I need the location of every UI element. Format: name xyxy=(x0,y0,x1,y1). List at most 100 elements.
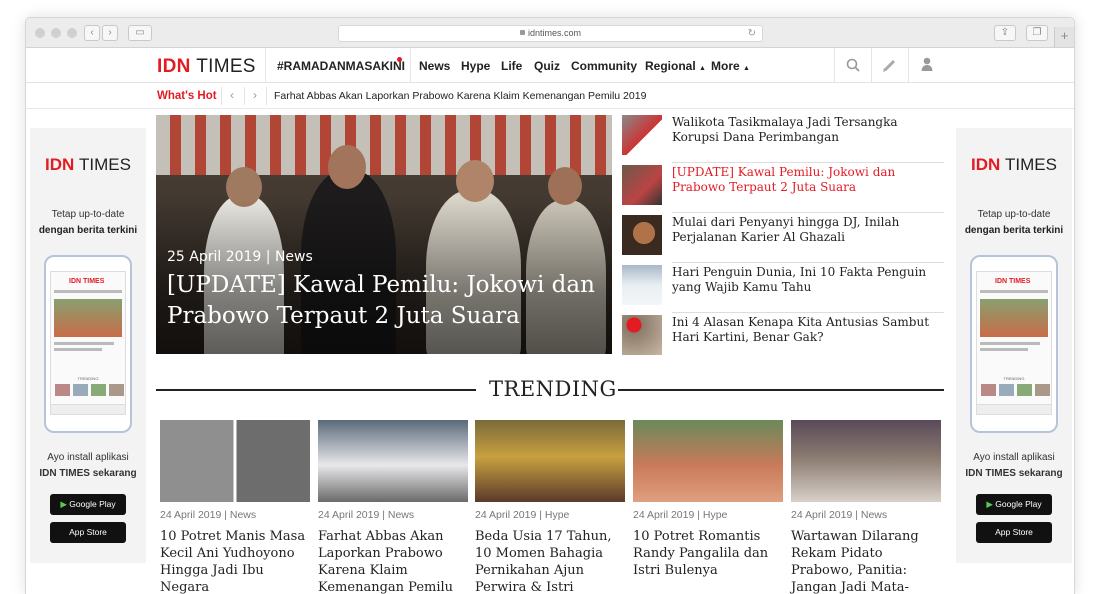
account-button[interactable] xyxy=(908,48,944,82)
whats-hot-bar: What's Hot ‹ › Farhat Abbas Akan Laporka… xyxy=(26,83,1074,109)
nav-hype[interactable]: Hype xyxy=(461,59,490,73)
app-promo-banner-left[interactable]: IDN TIMES Tetap up-to-date dengan berita … xyxy=(30,128,146,563)
article-thumbnail xyxy=(622,165,662,205)
side-article-title[interactable]: Hari Penguin Dunia, Ini 10 Fakta Penguin… xyxy=(672,265,944,295)
card-meta: 24 April 2019 | Hype xyxy=(475,509,570,521)
card-image xyxy=(318,420,468,502)
hero-title[interactable]: [UPDATE] Kawal Pemilu: Jokowi dan Prabow… xyxy=(167,270,607,332)
card-image xyxy=(475,420,625,502)
new-tab-button[interactable]: + xyxy=(1054,27,1074,47)
google-play-button[interactable]: ▶ Google Play xyxy=(50,494,126,515)
forward-button[interactable]: › xyxy=(102,25,118,41)
app-store-label: App Store xyxy=(69,527,107,537)
ad-tagline-2: dengan berita terkini xyxy=(964,225,1064,236)
ad-install-2: IDN TIMES sekarang xyxy=(965,468,1063,479)
phone-mockup: IDN TIMES TRENDING xyxy=(970,255,1058,433)
ad-logo: IDN TIMES xyxy=(30,155,146,175)
ad-tagline-2: dengan berita terkini xyxy=(38,225,138,236)
google-play-label: Google Play xyxy=(69,499,116,509)
share-button[interactable]: ⇪ xyxy=(994,25,1016,41)
ad-install-2: IDN TIMES sekarang xyxy=(39,468,137,479)
article-thumbnail xyxy=(622,215,662,255)
app-store-button[interactable]: App Store xyxy=(976,522,1052,543)
app-store-label: App Store xyxy=(995,527,1033,537)
back-button[interactable]: ‹ xyxy=(84,25,100,41)
sidebar-icon: ▭ xyxy=(135,27,145,38)
list-item[interactable]: [UPDATE] Kawal Pemilu: Jokowi dan Prabow… xyxy=(622,165,944,215)
nav-regional[interactable]: Regional ▲ xyxy=(645,59,706,73)
nav-news[interactable]: News xyxy=(419,59,450,73)
card-image xyxy=(160,420,310,502)
ad-tagline-1: Tetap up-to-date xyxy=(51,209,125,220)
browser-toolbar: ‹ › ▭ idntimes.com ↻ ⇪ ❐ + xyxy=(26,18,1074,48)
side-article-title[interactable]: Walikota Tasikmalaya Jadi Tersangka Koru… xyxy=(672,115,944,145)
side-article-title[interactable]: [UPDATE] Kawal Pemilu: Jokowi dan Prabow… xyxy=(672,165,944,195)
nav-community[interactable]: Community xyxy=(571,59,637,73)
ad-install-text: Ayo install aplikasi IDN TIMES sekarang xyxy=(956,450,1072,482)
ad-install-1: Ayo install aplikasi xyxy=(47,452,129,463)
article-thumbnail xyxy=(622,115,662,155)
close-window-button[interactable] xyxy=(35,28,45,38)
nav-quiz[interactable]: Quiz xyxy=(534,59,560,73)
share-icon: ⇪ xyxy=(1000,27,1010,38)
card-meta: 24 April 2019 | News xyxy=(318,509,415,521)
ad-logo-times: TIMES xyxy=(79,155,131,174)
chevron-left-icon[interactable]: ‹ xyxy=(230,88,234,102)
tabs-overview-button[interactable]: ❐ xyxy=(1026,25,1048,41)
card-title[interactable]: 10 Potret Romantis Randy Pangalila dan I… xyxy=(633,528,783,579)
nav-more[interactable]: More ▲ xyxy=(711,59,750,73)
card-title[interactable]: Wartawan Dilarang Rekam Pidato Prabowo, … xyxy=(791,528,941,594)
side-article-title[interactable]: Mulai dari Penyanyi hingga DJ, Inilah Pe… xyxy=(672,215,944,245)
article-thumbnail xyxy=(622,265,662,305)
side-article-title[interactable]: Ini 4 Alasan Kenapa Kita Antusias Sambut… xyxy=(672,315,944,345)
hero-article[interactable]: 25 April 2019 | News [UPDATE] Kawal Pemi… xyxy=(156,115,612,354)
address-bar[interactable]: idntimes.com ↻ xyxy=(338,25,763,42)
divider xyxy=(265,48,266,82)
chevron-right-icon[interactable]: › xyxy=(253,88,257,102)
divider xyxy=(266,87,267,105)
ad-tagline: Tetap up-to-date dengan berita terkini xyxy=(956,207,1072,239)
list-item[interactable]: Ini 4 Alasan Kenapa Kita Antusias Sambut… xyxy=(622,315,944,365)
card-title[interactable]: 10 Potret Manis Masa Kecil Ani Yudhoyono… xyxy=(160,528,310,594)
app-promo-banner-right[interactable]: IDN TIMES Tetap up-to-date dengan berita … xyxy=(956,128,1072,563)
user-icon xyxy=(921,57,933,71)
ad-install-text: Ayo install aplikasi IDN TIMES sekarang xyxy=(30,450,146,482)
article-thumbnail xyxy=(622,315,662,355)
ad-logo-times: TIMES xyxy=(1005,155,1057,174)
lock-icon xyxy=(519,30,525,35)
list-item[interactable]: Walikota Tasikmalaya Jadi Tersangka Koru… xyxy=(622,115,944,165)
card-meta: 24 April 2019 | Hype xyxy=(633,509,728,521)
ad-logo: IDN TIMES xyxy=(956,155,1072,175)
whats-hot-headline[interactable]: Farhat Abbas Akan Laporkan Prabowo Karen… xyxy=(274,90,646,102)
notification-dot xyxy=(397,57,402,62)
play-icon: ▶ xyxy=(986,499,996,509)
card-title[interactable]: Farhat Abbas Akan Laporkan Prabowo Karen… xyxy=(318,528,468,594)
logo-idn: IDN xyxy=(157,56,191,77)
sidebar-toggle-button[interactable]: ▭ xyxy=(128,25,152,41)
minimize-window-button[interactable] xyxy=(51,28,61,38)
app-store-button[interactable]: App Store xyxy=(50,522,126,543)
write-button[interactable] xyxy=(871,48,907,82)
reload-icon[interactable]: ↻ xyxy=(748,26,756,41)
address-url: idntimes.com xyxy=(527,28,581,38)
caret-down-icon: ▲ xyxy=(699,65,706,72)
card-title[interactable]: Beda Usia 17 Tahun, 10 Momen Bahagia Per… xyxy=(475,528,625,594)
google-play-button[interactable]: ▶ Google Play xyxy=(976,494,1052,515)
list-item[interactable]: Mulai dari Penyanyi hingga DJ, Inilah Pe… xyxy=(622,215,944,265)
trending-heading: TRENDING xyxy=(489,377,617,401)
list-item[interactable]: Hari Penguin Dunia, Ini 10 Fakta Penguin… xyxy=(622,265,944,315)
card-meta: 24 April 2019 | News xyxy=(791,509,888,521)
nav-life[interactable]: Life xyxy=(501,59,522,73)
divider xyxy=(672,212,944,213)
hashtag-link[interactable]: #RAMADANMASAKINI xyxy=(277,59,405,73)
search-button[interactable] xyxy=(834,48,870,82)
nav-more-label: More xyxy=(711,59,740,73)
divider xyxy=(618,389,944,391)
site-navbar: IDN TIMES #RAMADANMASAKINI News Hype Lif… xyxy=(26,48,1074,83)
divider xyxy=(156,389,476,391)
card-image xyxy=(633,420,783,502)
logo-times: TIMES xyxy=(196,56,256,77)
zoom-window-button[interactable] xyxy=(67,28,77,38)
site-logo[interactable]: IDN TIMES xyxy=(157,56,256,78)
ad-logo-idn: IDN xyxy=(45,155,75,174)
